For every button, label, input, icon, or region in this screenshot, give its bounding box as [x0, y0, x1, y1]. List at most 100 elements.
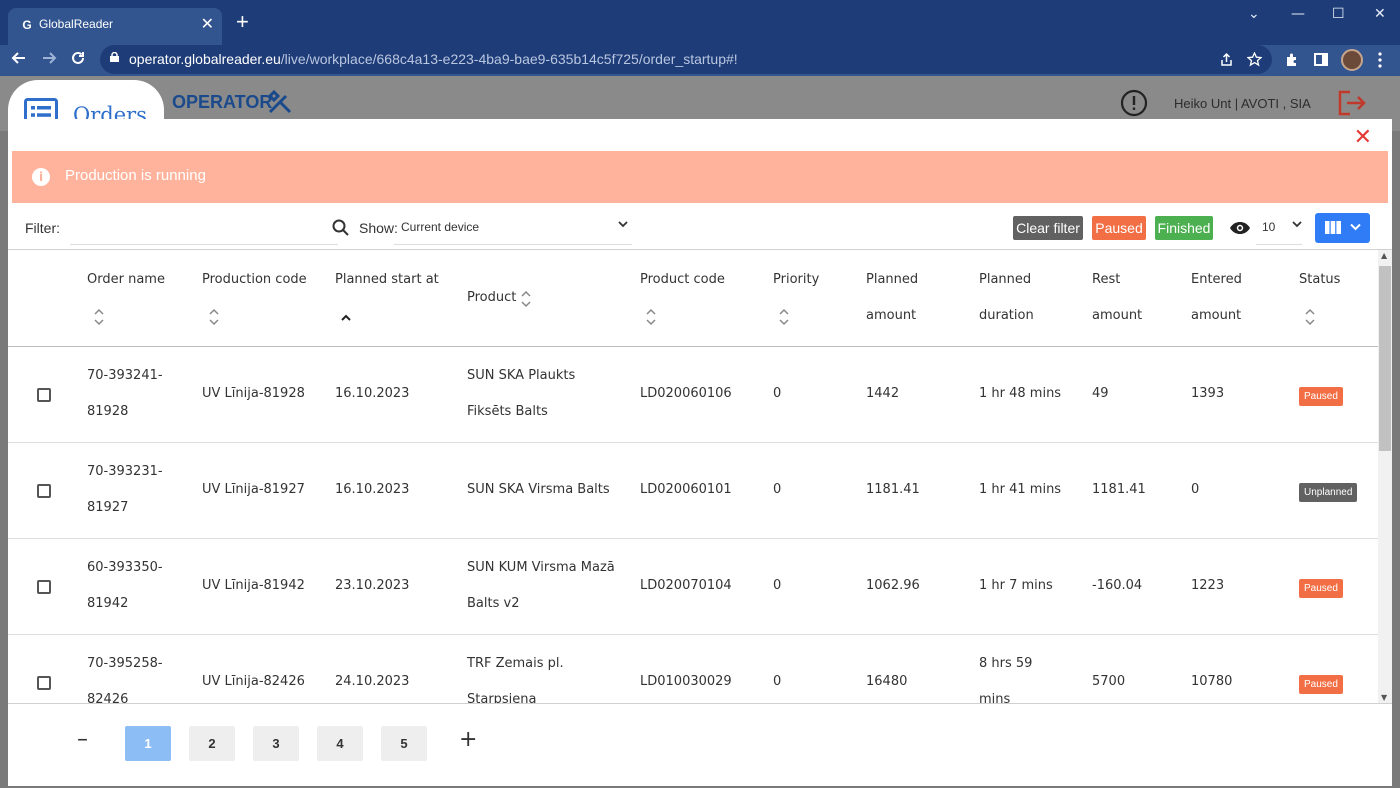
sort-icon[interactable]	[778, 308, 790, 326]
product-code: LD020060106	[640, 376, 732, 412]
bookmark-star-icon[interactable]	[1247, 52, 1262, 67]
sort-icon[interactable]	[645, 308, 657, 326]
header-status[interactable]: Status	[1299, 262, 1340, 298]
show-select[interactable]: Current device	[394, 211, 632, 245]
tab-search-icon[interactable]: ⌄	[1248, 6, 1260, 22]
per-page-select[interactable]: 10	[1256, 211, 1302, 245]
table-row[interactable]: 70-393231- 81927 UV Līnija-81927 16.10.2…	[8, 443, 1378, 539]
status-badge: Unplanned	[1299, 483, 1357, 502]
browser-menu-icon[interactable]	[1378, 52, 1382, 68]
show-label: Show:	[359, 220, 398, 236]
pager-plus-button[interactable]: +	[459, 727, 477, 752]
close-window-button[interactable]: ✕	[1374, 6, 1386, 22]
share-icon[interactable]	[1219, 52, 1234, 67]
close-icon[interactable]: ✕	[1354, 125, 1372, 150]
row-checkbox[interactable]	[37, 388, 51, 402]
new-tab-button[interactable]: +	[236, 10, 249, 34]
product: SUN KUM Virsma Mazā	[467, 550, 615, 586]
product: SUN SKA Plaukts	[467, 358, 575, 394]
address-bar[interactable]: operator.globalreader.eu/live/workplace/…	[100, 45, 1272, 74]
priority: 0	[773, 376, 781, 412]
header-product[interactable]: Product	[467, 280, 516, 316]
production-banner: i Production is running	[12, 151, 1388, 203]
back-arrow-icon[interactable]	[11, 50, 27, 70]
scroll-down-icon[interactable]: ▼	[1381, 693, 1387, 702]
table-row[interactable]: 70-395258- 82426 UV Līnija-82426 24.10.2…	[8, 635, 1378, 704]
sort-ascending-icon[interactable]	[340, 309, 352, 327]
sort-icon[interactable]	[93, 308, 105, 326]
pager-minus-button[interactable]: –	[77, 727, 88, 752]
sort-icon[interactable]	[208, 308, 220, 326]
production-code: UV Līnija-81928	[202, 376, 305, 412]
header-planned-amount[interactable]: Planned	[866, 262, 918, 298]
filter-input[interactable]	[70, 211, 338, 245]
tab-close-icon[interactable]: ✕	[201, 14, 214, 34]
order-name-line2: 82426	[87, 682, 128, 704]
forward-arrow-icon[interactable]	[41, 50, 57, 70]
planned-duration: 1 hr 41 mins	[979, 472, 1061, 508]
eye-icon	[1229, 221, 1251, 235]
page-button-4[interactable]: 4	[317, 726, 363, 761]
planned-amount: 1181.41	[866, 472, 920, 508]
finished-filter-button[interactable]: Finished	[1155, 216, 1213, 240]
header-planned-start[interactable]: Planned start at	[335, 262, 439, 298]
planned-start: 23.10.2023	[335, 568, 409, 604]
header-priority[interactable]: Priority	[773, 262, 819, 298]
minimize-button[interactable]: —	[1291, 6, 1305, 22]
row-checkbox[interactable]	[37, 580, 51, 594]
row-checkbox[interactable]	[37, 676, 51, 690]
header-planned-amount-line2[interactable]: amount	[866, 298, 916, 334]
chevron-down-icon	[1350, 223, 1361, 231]
alert-icon[interactable]	[1120, 89, 1148, 117]
header-production-code[interactable]: Production code	[202, 262, 307, 298]
header-planned-duration[interactable]: Planned	[979, 262, 1031, 298]
entered-amount: 1223	[1191, 568, 1224, 604]
rest-amount: 5700	[1092, 664, 1125, 700]
header-entered-amount[interactable]: Entered	[1191, 262, 1242, 298]
header-rest-amount-line2[interactable]: amount	[1092, 298, 1142, 334]
order-name: 70-393231-	[87, 454, 163, 490]
header-product-code[interactable]: Product code	[640, 262, 725, 298]
paused-filter-button[interactable]: Paused	[1092, 216, 1146, 240]
scrollbar-thumb[interactable]	[1379, 266, 1391, 451]
page-button-5[interactable]: 5	[381, 726, 427, 761]
row-checkbox[interactable]	[37, 484, 51, 498]
header-entered-amount-line2[interactable]: amount	[1191, 298, 1241, 334]
header-rest-amount[interactable]: Rest	[1092, 262, 1120, 298]
clear-filter-button[interactable]: Clear filter	[1013, 216, 1083, 240]
sort-icon[interactable]	[520, 290, 532, 308]
order-name: 70-393241-	[87, 358, 163, 394]
browser-tab[interactable]: G GlobalReader ✕	[8, 8, 222, 45]
product-line2: Starpsiena	[467, 682, 537, 704]
priority: 0	[773, 568, 781, 604]
profile-avatar[interactable]	[1341, 49, 1363, 71]
page-button-2[interactable]: 2	[189, 726, 235, 761]
order-name-line2: 81942	[87, 586, 128, 622]
header-planned-duration-line2[interactable]: duration	[979, 298, 1034, 334]
columns-button[interactable]	[1315, 213, 1370, 243]
url-text: operator.globalreader.eu/live/workplace/…	[129, 51, 738, 67]
product-code: LD010030029	[640, 664, 732, 700]
extensions-icon[interactable]	[1285, 52, 1300, 67]
maximize-button[interactable]: ☐	[1332, 6, 1345, 22]
page-button-3[interactable]: 3	[253, 726, 299, 761]
side-panel-icon[interactable]	[1314, 53, 1328, 66]
header-order-name[interactable]: Order name	[87, 262, 165, 298]
scroll-up-icon[interactable]: ▲	[1381, 251, 1387, 260]
table-scrollbar[interactable]: ▲ ▼	[1378, 250, 1392, 704]
planned-amount: 1062.96	[866, 568, 920, 604]
show-select-value: Current device	[401, 220, 479, 234]
planned-start: 16.10.2023	[335, 472, 409, 508]
table-row[interactable]: 70-393241- 81928 UV Līnija-81928 16.10.2…	[8, 347, 1378, 443]
logout-icon[interactable]	[1337, 89, 1367, 117]
table-row[interactable]: 60-393350- 81942 UV Līnija-81942 23.10.2…	[8, 539, 1378, 635]
banner-text: Production is running	[65, 167, 206, 184]
rest-amount: 1181.41	[1092, 472, 1146, 508]
sort-icon[interactable]	[1304, 308, 1316, 326]
entered-amount: 1393	[1191, 376, 1224, 412]
product: SUN SKA Virsma Balts	[467, 472, 610, 508]
search-icon[interactable]	[332, 219, 349, 236]
product-line2: Fiksēts Balts	[467, 394, 548, 430]
reload-icon[interactable]	[70, 50, 86, 70]
page-button-1[interactable]: 1	[125, 726, 171, 761]
